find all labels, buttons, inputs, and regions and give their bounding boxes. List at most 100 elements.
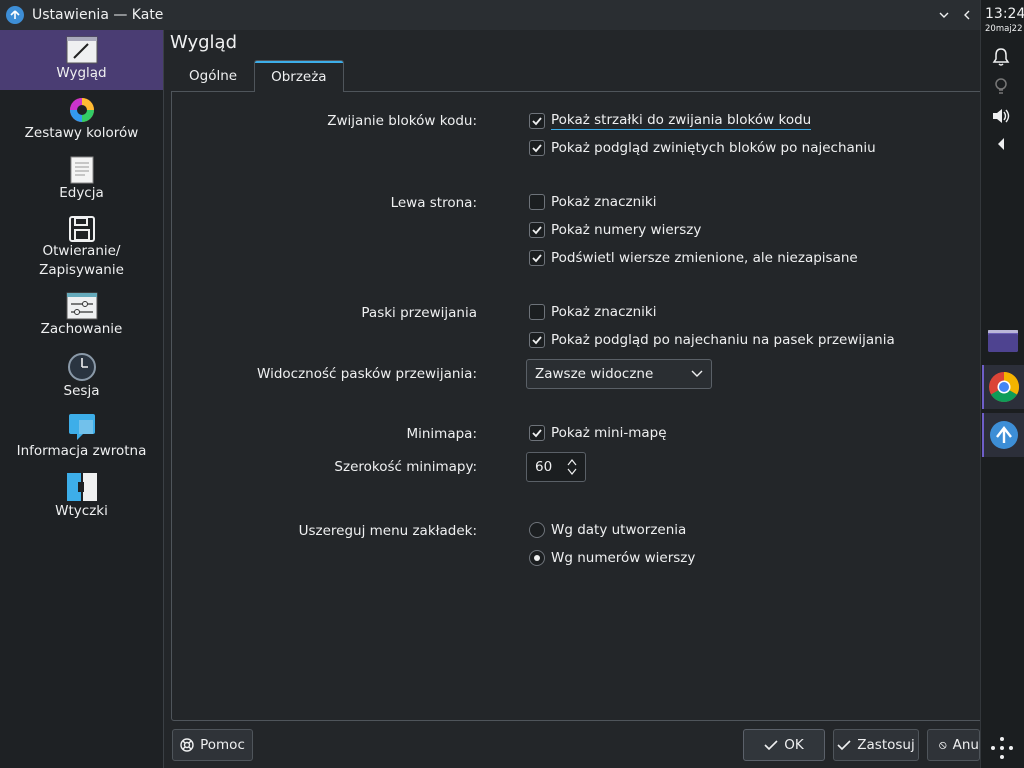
dots-menu-icon[interactable] (988, 734, 1016, 762)
page-title: Wygląd (170, 32, 238, 53)
folding-preview-option[interactable]: Pokaż podgląd zwiniętych bloków po najec… (529, 140, 876, 156)
clock-time[interactable]: 13:24 (985, 6, 1024, 22)
line-numbers-option[interactable]: Pokaż numery wierszy (529, 222, 701, 238)
folding-arrows-checkbox[interactable] (529, 113, 545, 129)
line-numbers-checkbox[interactable] (529, 222, 545, 238)
scrollbar-markers-label: Pokaż znaczniki (551, 304, 657, 320)
title-bar: Ustawienia — Kate (0, 0, 980, 30)
help-lifebuoy-icon (180, 738, 194, 752)
scrollbar-preview-option[interactable]: Pokaż podgląd po najechaniu na pasek prz… (529, 332, 895, 348)
left-markers-checkbox[interactable] (529, 194, 545, 210)
sidebar-item-label: Wygląd (56, 65, 107, 81)
cancel-icon (939, 741, 947, 749)
checkmark-icon (837, 740, 851, 751)
highlight-modified-option[interactable]: Podświetl wiersze zmienione, ale niezapi… (529, 250, 858, 266)
clock-icon (67, 353, 96, 381)
folding-arrows-option[interactable]: Pokaż strzałki do zwijania bloków kodu (529, 112, 812, 130)
sidebar-item-label: Informacja zwrotna (16, 443, 147, 459)
left-markers-label: Pokaż znaczniki (551, 194, 657, 210)
minimap-checkbox[interactable] (529, 425, 545, 441)
cancel-label: Anu (952, 737, 979, 753)
document-icon (70, 156, 93, 184)
ok-button[interactable]: OK (743, 729, 825, 761)
sidebar-item-label: Sesja (63, 383, 100, 399)
scrollbars-label: Paski przewijania (361, 305, 477, 321)
line-numbers-label: Pokaż numery wierszy (551, 222, 702, 238)
sidebar-item-session[interactable]: Sesja (0, 348, 163, 408)
task-kate[interactable] (982, 413, 1024, 457)
scrollbar-preview-checkbox[interactable] (529, 332, 545, 348)
window-title: Ustawienia — Kate (32, 7, 164, 23)
folding-arrows-label: Pokaż strzałki do zwijania bloków kodu (551, 112, 812, 130)
apply-button[interactable]: Zastosuj (833, 729, 919, 761)
color-wheel-icon (69, 98, 94, 122)
sidebar-item-plugins[interactable]: Wtyczki (0, 468, 163, 528)
chevron-down-icon[interactable] (567, 468, 577, 475)
highlight-modified-checkbox[interactable] (529, 250, 545, 266)
window-controls (938, 7, 972, 23)
plugin-icon (66, 473, 97, 501)
kate-icon (990, 421, 1018, 449)
minimap-label: Minimapa: (406, 426, 477, 442)
ok-label: OK (784, 737, 804, 753)
sidebar-item-color-schemes[interactable]: Zestawy kolorów (0, 90, 163, 150)
apply-label: Zastosuj (857, 737, 915, 753)
lightbulb-icon[interactable] (990, 76, 1012, 96)
left-markers-option[interactable]: Pokaż znaczniki (529, 194, 656, 210)
chevron-up-icon[interactable] (567, 459, 577, 466)
sort-by-date-label: Wg daty utworzenia (551, 522, 687, 538)
chat-bubble-icon (68, 414, 95, 440)
sidebar-item-label: Wtyczki (55, 503, 108, 519)
scrollbar-preview-label: Pokaż podgląd po najechaniu na pasek prz… (551, 332, 895, 348)
folding-preview-checkbox[interactable] (529, 140, 545, 156)
appearance-icon (66, 36, 97, 64)
cancel-button[interactable]: Anu (927, 729, 980, 761)
sidebar-item-open-save[interactable]: Otwieranie/ Zapisywanie (0, 210, 163, 288)
collapse-arrow-icon[interactable] (996, 136, 1006, 152)
tab-general[interactable]: Ogólne (172, 60, 254, 91)
minimap-width-spinbox[interactable]: 60 (526, 452, 586, 482)
sidebar-item-feedback[interactable]: Informacja zwrotna (0, 408, 163, 468)
sidebar-item-label: Zestawy kolorów (24, 125, 139, 141)
settings-window-icon (66, 292, 97, 320)
scrollbar-markers-option[interactable]: Pokaż znaczniki (529, 304, 656, 320)
sidebar-item-label-line2: Zapisywanie (39, 262, 124, 278)
visibility-value: Zawsze widoczne (535, 366, 654, 382)
folder-icon (988, 330, 1018, 352)
settings-content: Zwijanie bloków kodu: Pokaż strzałki do … (171, 91, 983, 721)
sort-by-date-radio[interactable] (529, 522, 545, 538)
minimap-width-label: Szerokość minimapy: (334, 459, 477, 475)
sort-label: Uszereguj menu zakładek: (298, 523, 477, 539)
sidebar-item-label: Zachowanie (40, 321, 123, 337)
folding-label: Zwijanie bloków kodu: (327, 113, 477, 129)
sidebar-item-behavior[interactable]: Zachowanie (0, 288, 163, 348)
chevron-down-icon (691, 370, 703, 377)
task-chrome[interactable] (982, 365, 1024, 409)
chevron-down-icon[interactable] (938, 9, 950, 21)
highlight-modified-label: Podświetl wiersze zmienione, ale niezapi… (551, 250, 858, 266)
help-button[interactable]: Pomoc (172, 729, 253, 761)
sidebar-item-label: Otwieranie/ (42, 243, 121, 259)
minimap-option[interactable]: Pokaż mini-mapę (529, 425, 667, 441)
help-label: Pomoc (200, 737, 245, 753)
clock-date: 20maj22 (985, 24, 1023, 34)
floppy-disk-icon (68, 216, 95, 242)
tab-bar: Ogólne Obrzeża (172, 60, 344, 92)
volume-icon[interactable] (990, 106, 1012, 126)
sidebar-item-label: Edycja (59, 185, 104, 201)
bell-icon[interactable] (990, 47, 1012, 67)
sort-by-line-option[interactable]: Wg numerów wierszy (529, 550, 695, 566)
visibility-dropdown[interactable]: Zawsze widoczne (526, 359, 712, 389)
sidebar-item-appearance[interactable]: Wygląd (0, 30, 163, 90)
visibility-label: Widoczność pasków przewijania: (257, 366, 477, 382)
minimap-option-label: Pokaż mini-mapę (551, 425, 667, 441)
chrome-icon (989, 372, 1020, 403)
tab-borders[interactable]: Obrzeża (254, 60, 344, 92)
folding-preview-label: Pokaż podgląd zwiniętych bloków po najec… (551, 140, 876, 156)
scrollbar-markers-checkbox[interactable] (529, 304, 545, 320)
chevron-left-icon[interactable] (962, 9, 972, 21)
sidebar-item-editing[interactable]: Edycja (0, 150, 163, 210)
sort-by-date-option[interactable]: Wg daty utworzenia (529, 522, 686, 538)
sort-by-line-radio[interactable] (529, 550, 545, 566)
task-files[interactable] (982, 318, 1024, 362)
